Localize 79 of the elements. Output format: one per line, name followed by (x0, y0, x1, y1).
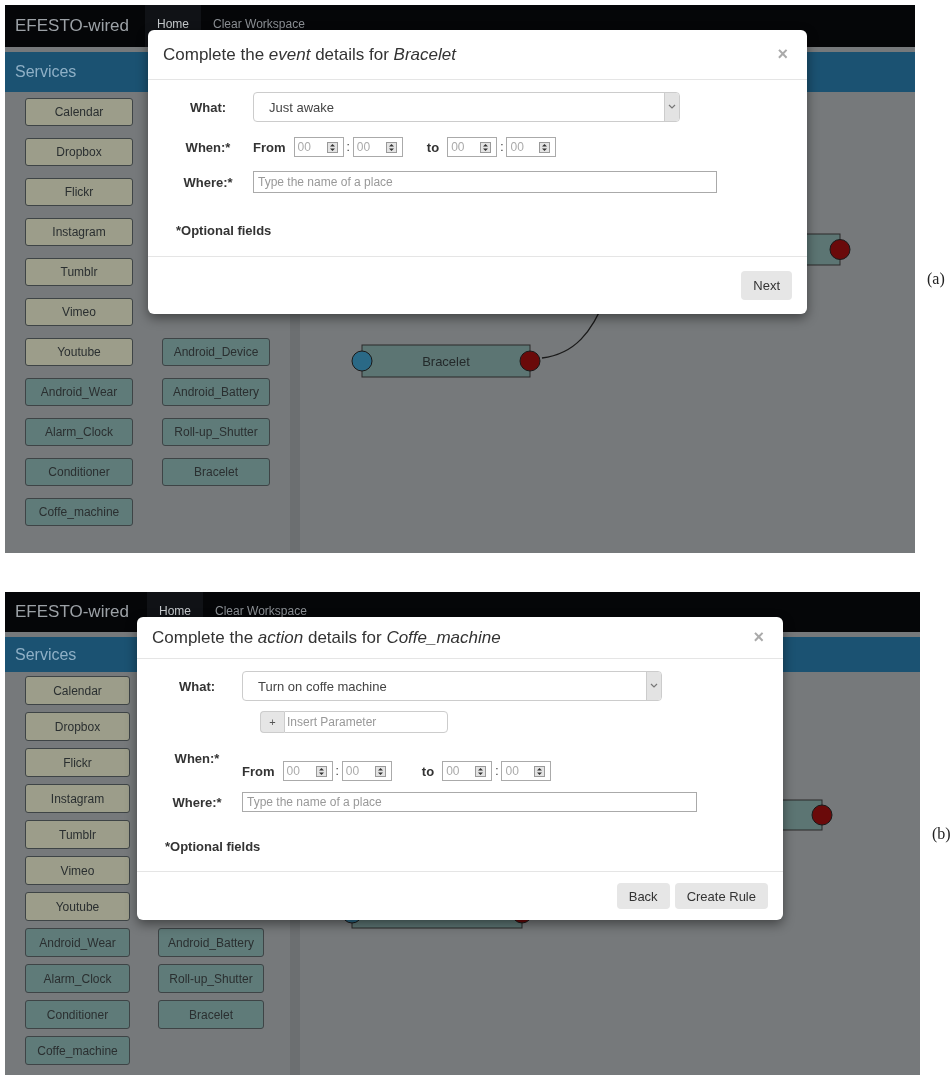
service-button[interactable]: Coffe_machine (25, 498, 133, 526)
field-label: When:* (173, 751, 221, 766)
to-label: to (426, 139, 440, 155)
brand-title: EFESTO-wired (14, 601, 130, 623)
service-button[interactable]: Tumblr (25, 258, 133, 286)
field-label: When:* (184, 139, 232, 155)
service-button[interactable]: Roll-up_Shutter (162, 418, 270, 446)
what-select[interactable]: Turn on coffe machine (242, 671, 662, 701)
service-button[interactable]: Bracelet (162, 458, 270, 486)
service-button[interactable]: Youtube (25, 892, 130, 921)
time-separator: : (346, 140, 350, 154)
service-button[interactable]: Android_Device (162, 338, 270, 366)
service-button[interactable]: Android_Battery (158, 928, 264, 957)
chevron-down-icon (668, 104, 676, 110)
field-label: What: (177, 678, 217, 694)
service-button[interactable]: Instagram (25, 784, 130, 813)
spinner-icon[interactable] (315, 765, 327, 777)
time-separator: : (500, 140, 504, 154)
service-button[interactable]: Dropbox (25, 138, 133, 166)
optional-note: *Optional fields (176, 223, 273, 238)
spinner-icon[interactable] (480, 141, 492, 153)
node-label: Bracelet (422, 354, 470, 369)
to-label: to (421, 763, 435, 779)
service-button[interactable]: Android_Wear (25, 928, 130, 957)
service-button[interactable]: Conditioner (25, 1000, 130, 1029)
time-field[interactable]: 00 (447, 137, 498, 157)
service-button[interactable]: Vimeo (25, 298, 133, 326)
field-label: Where:* (182, 174, 234, 190)
chevron-down-icon (650, 683, 658, 689)
service-button[interactable]: Android_Wear (25, 378, 133, 406)
service-button[interactable]: Coffe_machine (25, 1036, 130, 1065)
service-button[interactable]: Alarm_Clock (25, 418, 133, 446)
brand-title: EFESTO-wired (14, 15, 130, 37)
time-separator: : (335, 764, 339, 778)
spinner-icon[interactable] (539, 141, 551, 153)
from-label: From (253, 139, 286, 155)
service-button[interactable]: Alarm_Clock (25, 964, 130, 993)
dialog-button[interactable]: Back (616, 883, 670, 909)
service-button[interactable]: Android_Battery (162, 378, 270, 406)
time-field[interactable]: 00 (506, 137, 557, 157)
place-field[interactable]: Type the name of a place (253, 171, 717, 193)
service-button[interactable]: Youtube (25, 338, 133, 366)
figure-caption: (b) (932, 824, 951, 843)
service-button[interactable]: Calendar (25, 676, 130, 705)
service-button[interactable]: Tumblr (25, 820, 130, 849)
service-button[interactable]: Vimeo (25, 856, 130, 885)
dialog-button[interactable]: Create Rule (674, 883, 768, 909)
from-label: From (242, 763, 275, 779)
spinner-icon[interactable] (385, 141, 397, 153)
services-title: Services (14, 63, 77, 81)
spinner-icon[interactable] (374, 765, 386, 777)
spinner-icon[interactable] (475, 765, 487, 777)
time-field[interactable]: 00 (501, 761, 552, 781)
spinner-icon[interactable] (326, 141, 338, 153)
service-button[interactable]: Bracelet (158, 1000, 264, 1029)
time-separator: : (495, 764, 499, 778)
dialog-title: Complete the event details for Bracelet (163, 44, 456, 65)
service-button[interactable]: Instagram (25, 218, 133, 246)
parameter-field[interactable]: Insert Parameter (284, 711, 448, 733)
services-title: Services (14, 645, 77, 664)
place-field[interactable]: Type the name of a place (242, 792, 697, 812)
service-button[interactable]: Roll-up_Shutter (158, 964, 264, 993)
dialog-button[interactable]: Next (741, 271, 792, 300)
close-button[interactable]: × (773, 44, 792, 65)
service-button[interactable]: Flickr (25, 748, 130, 777)
optional-note: *Optional fields (165, 839, 262, 854)
add-parameter-button[interactable]: + (260, 711, 284, 733)
spinner-icon[interactable] (534, 765, 546, 777)
service-button[interactable]: Conditioner (25, 458, 133, 486)
field-label: Where:* (171, 794, 223, 810)
close-button[interactable]: × (749, 627, 768, 648)
time-field[interactable]: 00 (442, 761, 493, 781)
figure-caption: (a) (927, 270, 945, 288)
service-button[interactable]: Calendar (25, 98, 133, 126)
service-button[interactable]: Flickr (25, 178, 133, 206)
service-node[interactable] (351, 344, 541, 378)
service-button[interactable]: Dropbox (25, 712, 130, 741)
what-select[interactable]: Just awake (253, 92, 680, 122)
field-label: What: (188, 99, 228, 115)
